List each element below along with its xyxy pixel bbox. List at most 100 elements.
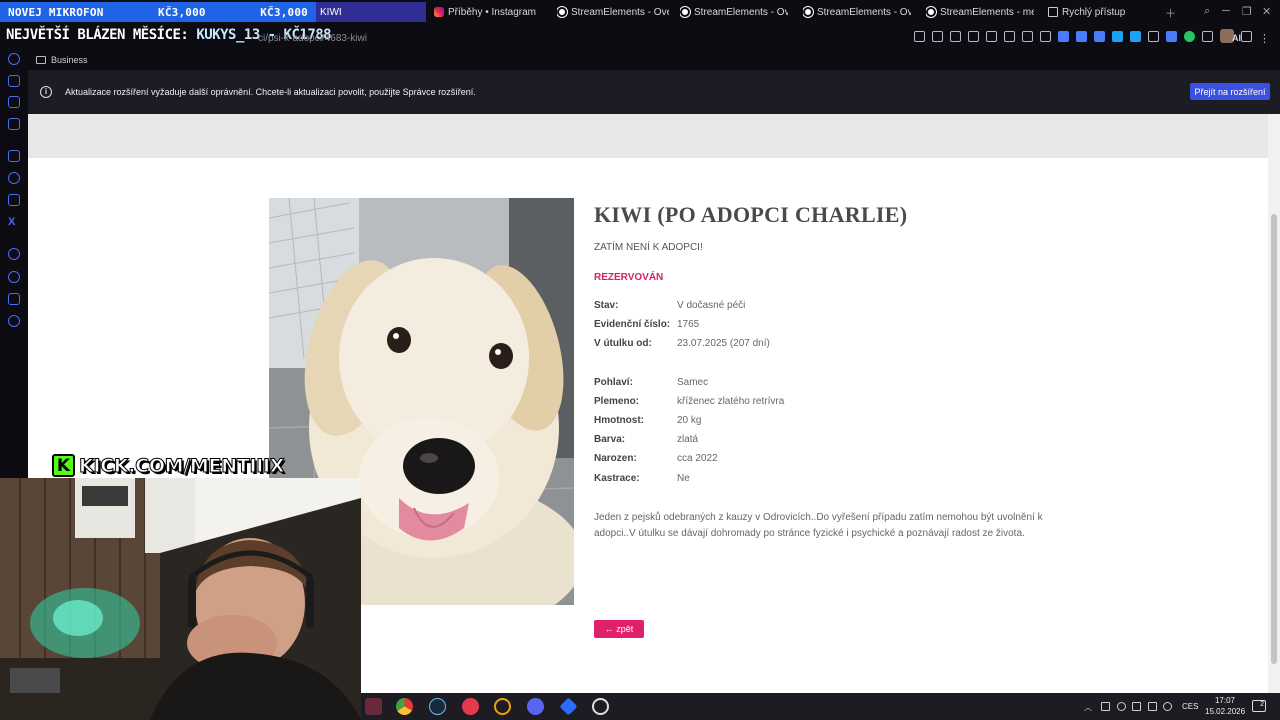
page-scrollbar[interactable]	[1268, 114, 1280, 693]
tab-streamelements-1[interactable]: StreamElements - Overla	[557, 2, 669, 22]
workspace-icon[interactable]	[8, 75, 20, 87]
maximize-icon[interactable]: ❐	[1242, 5, 1252, 18]
tab-label: StreamElements - Overla	[694, 6, 788, 18]
keyboard-language[interactable]: CES	[1182, 702, 1198, 711]
messenger-icon[interactable]	[8, 172, 20, 184]
tab-strip: NOVEJ MIKROFON KČ3,000 KČ3,000 KIWI Příb…	[0, 0, 1280, 25]
network-icon[interactable]	[1148, 702, 1157, 711]
back-button[interactable]: ← zpět	[594, 620, 644, 638]
info-row: Kastrace: Ne	[594, 473, 1054, 492]
info-value: 23.07.2025 (207 dní)	[677, 338, 770, 350]
extension-icon[interactable]	[1130, 31, 1141, 42]
tab-instagram[interactable]: Příběhy • Instagram	[434, 2, 549, 22]
shield-icon[interactable]	[950, 31, 961, 42]
chevron-up-icon[interactable]: ︿	[1084, 702, 1093, 712]
status-badge: REZERVOVÁN	[594, 272, 664, 283]
tab-quick-access[interactable]: Rychlý přístup	[1048, 2, 1128, 22]
mic-goal-amount-current: KČ3,000	[158, 5, 206, 19]
extension-update-notification: i Aktualizace rozšíření vyžaduje další o…	[28, 70, 1280, 114]
add-icon[interactable]	[8, 248, 20, 260]
pin-icon[interactable]	[914, 31, 925, 42]
kick-channel-text: KICK.COM/MENTIIIX	[78, 454, 285, 477]
tab-streamelements-2[interactable]: StreamElements - Overla	[680, 2, 788, 22]
info-key: Evidenční číslo:	[594, 319, 671, 331]
windows-taskbar	[361, 693, 1280, 720]
app-icon[interactable]	[559, 697, 578, 716]
mic-goal-amount-target: KČ3,000	[260, 5, 308, 19]
scrollbar-thumb[interactable]	[1271, 214, 1277, 664]
info-key: Barva:	[594, 434, 626, 446]
extension-icon[interactable]	[1094, 31, 1105, 42]
obs-icon[interactable]	[494, 698, 511, 715]
play-icon[interactable]	[1004, 31, 1015, 42]
app-icon[interactable]	[365, 698, 382, 715]
pen-icon[interactable]	[1148, 31, 1159, 42]
heart-icon[interactable]	[1022, 31, 1033, 42]
translate-icon[interactable]	[968, 31, 979, 42]
clock-icon[interactable]	[8, 271, 20, 283]
menu-icon[interactable]: ⋮	[1259, 32, 1270, 45]
notification-center-icon[interactable]: 2	[1252, 700, 1266, 712]
bookmark-folder-business[interactable]: Business	[51, 55, 88, 65]
taskbar-clock[interactable]: 17:07 15.02.2026	[1205, 695, 1245, 717]
puzzle-icon[interactable]	[8, 293, 20, 305]
info-key: Stav:	[594, 300, 619, 311]
instagram-icon	[434, 7, 444, 17]
go-to-extensions-button[interactable]: Přejít na rozšíření	[1190, 83, 1270, 100]
grammarly-icon[interactable]	[1184, 31, 1195, 42]
tab-streamelements-4[interactable]: StreamElements - menti	[926, 2, 1034, 22]
search-icon[interactable]: ⌕	[1204, 5, 1210, 18]
gear-icon[interactable]	[8, 315, 20, 327]
extension-icon[interactable]	[1058, 31, 1069, 42]
tab-label: StreamElements - menti	[940, 6, 1034, 18]
close-icon[interactable]: ✕	[1262, 5, 1271, 18]
tab-kiwi[interactable]: KIWI	[316, 2, 426, 22]
messenger-m-icon[interactable]	[8, 118, 20, 130]
volume-icon[interactable]	[1163, 702, 1172, 711]
instagram-icon[interactable]	[8, 194, 20, 206]
discord-icon[interactable]	[527, 698, 544, 715]
extension-icon[interactable]	[1076, 31, 1087, 42]
info-value: 1765	[677, 319, 700, 331]
url-field[interactable]: ci/psi-k-adopci/4683-kiwi	[258, 33, 367, 44]
twitch-icon[interactable]	[8, 150, 20, 162]
info-value: kříženec zlatého retrívra	[677, 395, 785, 407]
x-twitter-icon[interactable]: X	[8, 216, 20, 228]
tab-label: Příběhy • Instagram	[448, 6, 536, 18]
dog-description: Jeden z pejsků odebraných z kauzy v Odro…	[594, 511, 1043, 539]
lock-icon[interactable]	[986, 31, 997, 42]
info-value: Samec	[677, 376, 709, 388]
tray-icon[interactable]	[1101, 702, 1110, 711]
settings-icon[interactable]	[1040, 31, 1051, 42]
mic-goal-label: NOVEJ MIKROFON	[8, 5, 104, 19]
history-icon[interactable]	[8, 53, 20, 65]
wallet-icon[interactable]	[8, 96, 20, 108]
top-donor-label: NEJVĚTŠÍ BLÁZEN MĚSÍCE:	[6, 27, 189, 43]
media-player-icon[interactable]	[462, 698, 479, 715]
info-row: Barva: zlatá	[594, 434, 1054, 453]
tab-streamelements-3[interactable]: StreamElements - Overla	[803, 2, 911, 22]
puzzle-icon[interactable]	[1202, 31, 1213, 42]
ai-button[interactable]: AI	[1232, 33, 1241, 43]
microphone-icon[interactable]	[1117, 702, 1126, 711]
streamelements-icon	[926, 7, 936, 17]
info-value: 20 kg	[677, 414, 702, 426]
extension-toolbar	[914, 29, 1252, 43]
minimize-icon[interactable]: ─	[1222, 5, 1230, 17]
mic-goal-overlay: NOVEJ MIKROFON KČ3,000 KČ3,000	[0, 2, 316, 22]
info-key: Pohlaví:	[594, 376, 633, 388]
tray-icon[interactable]	[1132, 702, 1141, 711]
extension-icon[interactable]	[1112, 31, 1123, 42]
chrome-icon[interactable]	[396, 698, 413, 715]
streamelements-icon	[557, 7, 567, 17]
info-row: Evidenční číslo: 1765	[594, 319, 1054, 338]
download-icon[interactable]	[1241, 31, 1252, 42]
info-value: V dočasné péči	[677, 300, 746, 311]
app-icon[interactable]	[592, 698, 609, 715]
extension-icon[interactable]	[1166, 31, 1177, 42]
info-row: V útulku od: 23.07.2025 (207 dní)	[594, 338, 1054, 357]
notification-text: Aktualizace rozšíření vyžaduje další opr…	[65, 87, 476, 97]
screenshot-icon[interactable]	[932, 31, 943, 42]
steam-icon[interactable]	[429, 698, 446, 715]
new-tab-icon[interactable]: ＋	[1165, 5, 1176, 21]
